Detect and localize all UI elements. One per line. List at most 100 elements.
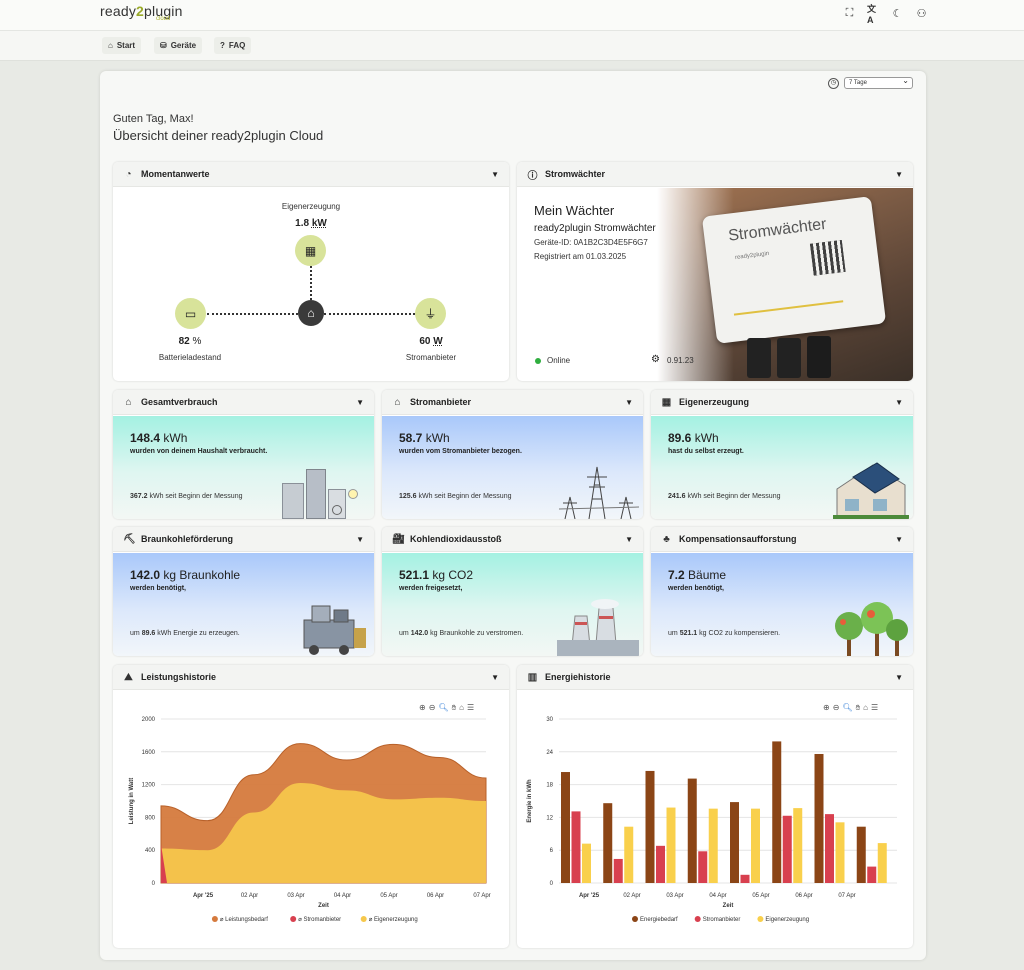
collapse-toggle[interactable]: ▼ (895, 398, 903, 407)
eigen-label: Eigenerzeugung (281, 202, 341, 211)
solar-panel-icon: ▦ (661, 396, 672, 408)
x-tick-label: 06 Apr (427, 893, 444, 899)
coal-mining-icon: ⛏ (123, 533, 136, 545)
collapse-toggle[interactable]: ▼ (356, 535, 364, 544)
bar-1-1 (613, 858, 623, 883)
legend-marker (632, 916, 638, 922)
device-photo: Stromwächter ready2plugin (657, 188, 913, 381)
energie-chart: 0 6 12 18 24 30 Apr '25 02 Apr 03 Apr 04 Apr 05 Ap… (527, 717, 897, 923)
gauge-icon: ◔ (125, 168, 132, 180)
appliances-illustration (282, 461, 362, 519)
legend-label: Eigenerzeugung (765, 917, 809, 923)
greeting: Guten Tag, Max! (113, 113, 194, 125)
mining-machine-illustration (303, 605, 366, 655)
status-dot-icon (535, 358, 541, 364)
nav-start-button[interactable]: ⌂ Start (102, 37, 142, 54)
collapse-toggle[interactable]: ▼ (625, 535, 633, 544)
nav-devices-button[interactable]: ⛁ Geräte (154, 37, 203, 54)
bar-2-3 (708, 808, 718, 883)
bar-0-7 (856, 826, 866, 883)
collapse-toggle[interactable]: ▼ (491, 170, 499, 179)
x-tick-label: 04 Apr (709, 893, 726, 899)
fullscreen-icon[interactable]: ⛶ (843, 7, 856, 20)
x-tick-label: 03 Apr (287, 893, 304, 899)
collapse-toggle[interactable]: ▼ (491, 673, 499, 682)
solar-house-illustration (833, 462, 909, 519)
legend-label: ⌀ Eigenerzeugung (369, 917, 418, 923)
y-tick-label: 1600 (142, 750, 156, 756)
user-settings-icon[interactable]: ⚇ (915, 7, 928, 20)
nav-bar: ⌂ Start ⛁ Geräte ? FAQ (0, 31, 1024, 61)
legend-label: ⌀ Stromanbieter (298, 917, 341, 923)
bar-1-6 (825, 814, 834, 883)
bar-2-6 (835, 822, 845, 883)
x-tick-label: Apr '25 (193, 893, 214, 899)
legend-label: Stromanbieter (703, 917, 741, 923)
bar-0-2 (645, 770, 655, 883)
x-tick-label: 07 Apr (473, 893, 490, 899)
y-tick-label: 2000 (142, 717, 156, 723)
main-panel: ◷ 7 Tage Guten Tag, Max! Übersicht deine… (100, 71, 926, 960)
translate-icon[interactable]: 文A (867, 4, 880, 25)
factory-icon: 🏭︎ (392, 533, 405, 545)
help-icon: ? (220, 41, 225, 50)
collapse-toggle[interactable]: ▼ (356, 398, 364, 407)
tile-eigenerzeugung: ▦ Eigenerzeugung ▼ 89.6 kWh hast du selbst… (651, 390, 913, 519)
firmware-version: 0.91.23 (667, 356, 694, 365)
tree-icon: ♣ (663, 533, 670, 545)
history-icon[interactable]: ◷ (828, 78, 839, 89)
collapse-toggle[interactable]: ▼ (895, 673, 903, 682)
home-icon: ⌂ (108, 41, 113, 50)
nav-faq-button[interactable]: ? FAQ (214, 37, 252, 54)
bar-0-6 (814, 753, 824, 883)
power-plant-illustration (557, 599, 639, 656)
y-tick-label: 1200 (142, 783, 156, 789)
app-logo-subtitle: cloud (156, 16, 171, 22)
tile-aufforstung: ♣ Kompensationsaufforstung ▼ 7.2 Bäume wer… (651, 527, 913, 656)
y-tick-label: 800 (145, 815, 156, 821)
collapse-toggle[interactable]: ▼ (895, 535, 903, 544)
x-axis-label: Zeit (318, 903, 329, 909)
bar-0-1 (603, 803, 613, 883)
momentanwerte-card: ◔ Momentanwerte ▼ Eigenerzeugung 1.8 kW ▦ … (113, 162, 509, 381)
bar-1-4 (740, 874, 750, 883)
solar-panel-icon: ▦ (295, 235, 326, 266)
x-tick-label: 05 Apr (380, 893, 397, 899)
tile-gesamtverbrauch: ⌂ Gesamtverbrauch ▼ 148.4 kWh wurden von d… (113, 390, 374, 519)
devices-icon: ⛁ (160, 41, 167, 50)
range-select[interactable]: 7 Tage (844, 76, 913, 89)
y-tick-label: 30 (546, 717, 553, 723)
x-axis-label: Zeit (723, 903, 734, 909)
bar-2-2 (666, 807, 676, 883)
bar-1-5 (782, 815, 792, 883)
device-registered: Registriert am 01.03.2025 (534, 252, 627, 261)
device-name: Mein Wächter (534, 203, 615, 218)
bar-0-4 (730, 802, 739, 883)
device-photo-label: Stromwächter (727, 215, 828, 245)
device-id: Geräte-ID: 0A1B2C3D4E5F6G7 (534, 238, 648, 247)
y-tick-label: 24 (546, 750, 553, 756)
y-axis-label: Energie in kWh (527, 779, 533, 823)
bar-2-7 (877, 843, 887, 883)
leistungshistorie-card: ⛰ Leistungshistorie ▼ ⊕ ⊖ 🔍︎ ✋︎ ⌂ ☰ 0 400 800 1200… (113, 665, 509, 948)
house-grid-icon: ⌂ (394, 396, 401, 408)
x-tick-label: 05 Apr (752, 893, 769, 899)
y-tick-label: 0 (152, 881, 156, 887)
collapse-toggle[interactable]: ▼ (625, 398, 633, 407)
bar-2-0 (582, 843, 591, 883)
plug-icon: ⏚ (415, 298, 446, 329)
bar-1-7 (867, 866, 877, 883)
x-tick-label: 06 Apr (795, 893, 812, 899)
page-title: Übersicht deiner ready2plugin Cloud (113, 128, 324, 143)
bar-2-1 (624, 826, 634, 883)
dark-mode-icon[interactable]: ☾ (891, 7, 904, 20)
status-text: Online (547, 356, 571, 365)
device-photo-brand: ready2plugin (734, 250, 770, 262)
energiehistorie-card: ▥ Energiehistorie ▼ ⊕ ⊖ 🔍︎ ✋︎ ⌂ ☰ 0 6 12 18 24 30 Apr… (517, 665, 913, 948)
y-tick-label: 400 (145, 848, 156, 854)
bar-1-2 (656, 845, 665, 883)
x-tick-label: Apr '25 (579, 893, 600, 899)
collapse-toggle[interactable]: ▼ (895, 170, 903, 179)
bar-1-3 (698, 851, 708, 883)
leistung-chart: 0 400 800 1200 1600 2000 Apr '25 02 Apr 03 Apr 04… (129, 717, 491, 923)
